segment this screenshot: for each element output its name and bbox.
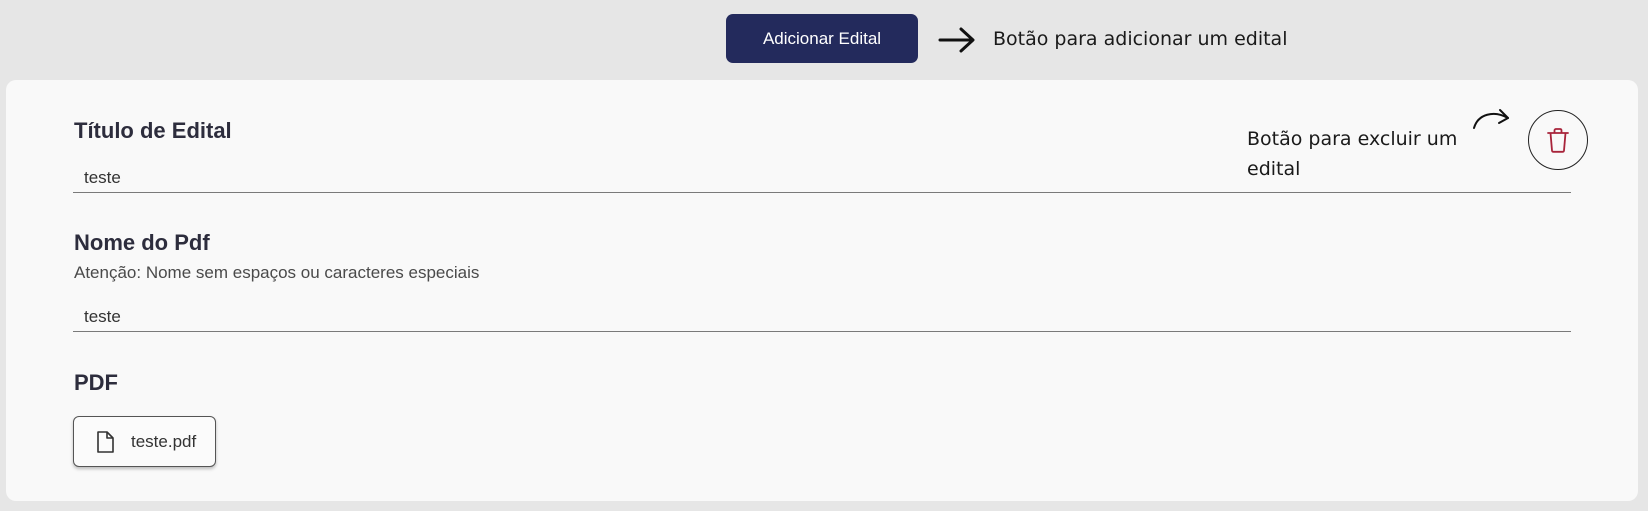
arrow-right-icon <box>938 27 975 53</box>
pdf-name-hint: Atenção: Nome sem espaços ou caracteres … <box>74 263 480 282</box>
delete-edital-button[interactable] <box>1528 110 1588 170</box>
file-icon <box>94 430 116 454</box>
delete-button-annotation: Botão para excluir um edital <box>1247 128 1458 180</box>
title-field-label: Título de Edital <box>74 118 232 143</box>
add-edital-button[interactable]: Adicionar Edital <box>726 14 918 63</box>
curved-arrow-icon <box>1473 109 1509 129</box>
pdf-name-field-label: Nome do Pdf <box>74 230 210 255</box>
pdf-field-label: PDF <box>74 370 118 395</box>
pdf-name-input[interactable] <box>73 302 1571 332</box>
add-button-annotation: Botão para adicionar um edital <box>993 28 1288 50</box>
trash-icon <box>1547 128 1569 153</box>
pdf-file-name: teste.pdf <box>131 431 197 451</box>
pdf-file-chip[interactable]: teste.pdf <box>73 416 216 467</box>
